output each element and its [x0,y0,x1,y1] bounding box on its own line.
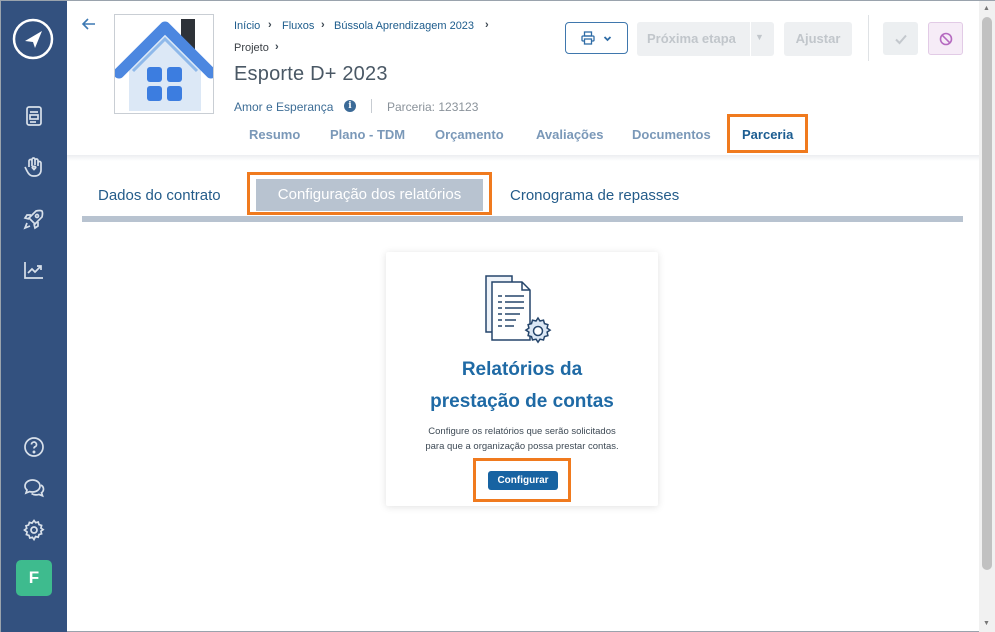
divider [750,22,751,56]
scrollbar[interactable]: ▲ ▼ [979,1,995,632]
printer-icon [581,31,595,45]
card-title-line-1: Relatórios da [461,359,583,380]
chevron-right-icon: › [268,19,272,31]
tab-orcamento[interactable]: Orçamento [435,127,504,142]
tab-avaliacoes[interactable]: Avaliações [536,127,603,142]
adjust-button[interactable]: Ajustar [784,22,852,56]
divider [371,99,372,113]
organization-name[interactable]: Amor e Esperança [234,100,333,114]
print-button[interactable] [565,22,628,54]
page-title: Esporte D+ 2023 [234,63,388,85]
divider [868,15,869,61]
approve-button[interactable] [883,22,918,55]
header-separator [67,155,979,161]
subtab-configuracao-relatorios[interactable]: Configuração dos relatórios [256,179,483,211]
project-thumbnail [114,14,214,114]
breadcrumb-projeto: Projeto [234,42,269,54]
card-title-line-2: prestação de contas [430,391,614,412]
scroll-down-icon[interactable]: ▼ [983,620,990,627]
back-arrow-icon[interactable] [80,15,98,33]
card-description-line-2: para que a organização possa prestar con… [425,441,619,452]
reports-card: Relatórios da prestação de contas Config… [386,252,658,506]
tab-documentos[interactable]: Documentos [632,127,711,142]
chevron-down-icon [603,35,612,41]
card-title: Relatórios da prestação de contas [386,354,658,418]
card-description-line-1: Configure os relatórios que serão solici… [428,426,616,437]
user-avatar[interactable]: F [16,560,52,596]
chevron-right-icon: › [321,19,325,31]
configure-button[interactable]: Configurar [488,471,558,490]
block-icon [939,32,952,45]
sidebar: F [1,1,67,632]
tab-resumo[interactable]: Resumo [249,127,300,142]
card-description: Configure os relatórios que serão solici… [406,424,638,454]
hand-heart-icon[interactable] [18,151,50,183]
tab-parceria[interactable]: Parceria [742,127,793,142]
breadcrumb-bussola[interactable]: Bússola Aprendizagem 2023 [334,20,474,32]
scroll-up-icon[interactable]: ▲ [983,5,990,12]
scrollbar-thumb[interactable] [982,17,992,570]
rocket-icon[interactable] [18,203,50,235]
tab-plano-tdm[interactable]: Plano - TDM [330,127,405,142]
chevron-right-icon: › [275,41,279,53]
app-window: F Início › Fluxos › Bússola Aprendizagem… [0,0,995,632]
subtab-cronograma[interactable]: Cronograma de repasses [510,187,679,204]
caret-down-icon[interactable]: ▼ [755,32,764,42]
cancel-button[interactable] [928,22,963,55]
settings-icon[interactable] [18,514,50,546]
chart-icon[interactable] [18,254,50,286]
subtab-dados-contrato[interactable]: Dados do contrato [98,187,221,204]
logo-icon[interactable] [11,17,55,61]
info-icon[interactable]: i [344,100,356,112]
breadcrumb-fluxos[interactable]: Fluxos [282,20,314,32]
report-settings-icon [482,270,558,346]
help-icon[interactable] [18,431,50,463]
subtab-underline [82,216,963,222]
chevron-right-icon: › [485,19,489,31]
breadcrumb-inicio[interactable]: Início [234,20,260,32]
parceria-id: Parceria: 123123 [387,100,479,114]
chat-icon[interactable] [18,472,50,504]
check-icon [894,34,907,44]
document-icon[interactable] [18,100,50,132]
next-step-label: Próxima etapa [647,31,736,46]
next-step-button[interactable]: Próxima etapa ▼ [637,22,774,56]
